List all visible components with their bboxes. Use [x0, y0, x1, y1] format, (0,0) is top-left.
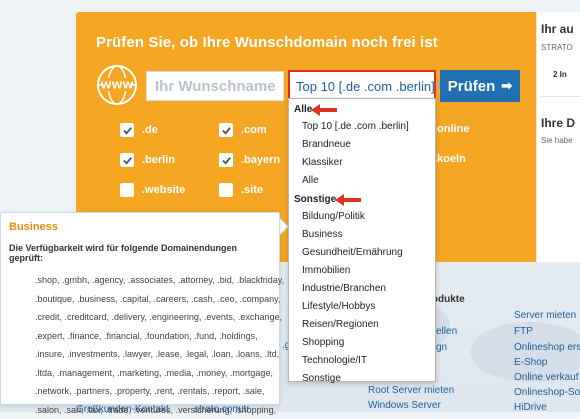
- right-panel-subtitle: STRATO: [541, 43, 573, 52]
- right-panel-title-2: Ihre D: [541, 116, 575, 130]
- footer-link[interactable]: gn: [436, 342, 447, 353]
- check-domain-button[interactable]: Prüfen ➡: [440, 70, 520, 102]
- checkbox-checked-icon: [219, 123, 233, 137]
- divider: [541, 96, 580, 97]
- dropdown-option[interactable]: Business: [289, 226, 435, 244]
- tooltip-intro: Die Verfügbarkeit wird für folgende Doma…: [9, 243, 271, 263]
- red-arrow-icon: [311, 104, 337, 116]
- tooltip-title: Business: [9, 221, 271, 233]
- footer-link-hidrive[interactable]: HiDrive: [514, 402, 547, 413]
- dropdown-option[interactable]: Lifestyle/Hobbys: [289, 298, 435, 316]
- tld-checkbox-bayern[interactable]: .bayern: [219, 153, 280, 167]
- tld-checkbox-website[interactable]: .website: [120, 183, 185, 197]
- tooltip-tld-line: .credit, .creditcard, .delivery, .engine…: [9, 308, 271, 327]
- tooltip-tld-line: .ltda, .management, .marketing, .media, …: [9, 364, 271, 383]
- dropdown-option[interactable]: Sonstige: [289, 370, 435, 388]
- checkbox-label: .koeln: [434, 153, 466, 165]
- tld-checkbox-berlin[interactable]: .berlin: [120, 153, 175, 167]
- checkbox-label: .bayern: [241, 154, 280, 166]
- tld-checkbox-site[interactable]: .site: [219, 183, 263, 197]
- footer-link-ftp[interactable]: FTP: [514, 326, 533, 337]
- dropdown-option[interactable]: Brandneue: [289, 136, 435, 154]
- checkbox-checked-icon: [219, 153, 233, 167]
- dropdown-option[interactable]: Immobilien: [289, 262, 435, 280]
- business-tld-tooltip: Business Die Verfügbarkeit wird für folg…: [0, 212, 280, 405]
- check-button-label: Prüfen: [448, 78, 496, 95]
- tooltip-tld-line: .network, .partners, .property, .rent, .…: [9, 382, 271, 401]
- tld-group-dropdown: Alle Top 10 [.de .com .berlin] Brandneue…: [288, 98, 436, 382]
- checkbox-label: .berlin: [142, 154, 175, 166]
- dropdown-option[interactable]: Alle: [289, 172, 435, 190]
- dropdown-group-label: Sonstige: [294, 194, 336, 205]
- tooltip-tld-line: .salon, .sarl, .tax, .trade, .ventures, …: [9, 401, 271, 419]
- dropdown-group-label: Alle: [294, 104, 312, 115]
- right-panel-text: 2 In: [553, 70, 567, 79]
- dropdown-option[interactable]: Industrie/Branchen: [289, 280, 435, 298]
- dropdown-option[interactable]: Bildung/Politik: [289, 208, 435, 226]
- checkbox-label: .online: [434, 123, 469, 135]
- footer-link[interactable]: ellen: [436, 326, 457, 337]
- footer-link-onlineshop[interactable]: Onlineshop ers: [514, 342, 580, 353]
- dropdown-option[interactable]: Reisen/Regionen: [289, 316, 435, 334]
- checkbox-label: .com: [241, 124, 267, 136]
- dropdown-option[interactable]: Shopping: [289, 334, 435, 352]
- footer-link-online-verkaufen[interactable]: Online verkauf: [514, 372, 578, 383]
- arrow-right-icon: ➡: [501, 78, 512, 94]
- footer-link-eshop[interactable]: E-Shop: [514, 357, 547, 368]
- tooltip-tld-line: .shop, .gmbh, .agency, .associates, .att…: [9, 271, 271, 290]
- domain-search-input[interactable]: [146, 71, 284, 101]
- right-panel-subtitle-2: Sie habe: [541, 136, 573, 145]
- footer-link-server-mieten[interactable]: Server mieten: [514, 310, 576, 321]
- checkbox-checked-icon: [120, 153, 134, 167]
- checkbox-label: .site: [241, 184, 263, 196]
- dropdown-option[interactable]: Technologie/IT: [289, 352, 435, 370]
- checkbox-unchecked-icon: [120, 183, 134, 197]
- footer-link-windows-server[interactable]: Windows Server: [368, 400, 441, 411]
- svg-text:WWW: WWW: [100, 81, 133, 92]
- tld-checkbox-de[interactable]: .de: [120, 123, 158, 137]
- red-arrow-icon: [335, 194, 361, 206]
- tooltip-tld-line: .expert, .finance, .financial, .foundati…: [9, 327, 271, 346]
- dropdown-option[interactable]: Klassiker: [289, 154, 435, 172]
- checkbox-label: .website: [142, 184, 185, 196]
- tld-checkbox-online[interactable]: .online: [434, 123, 469, 135]
- dropdown-group-alle: Alle: [289, 100, 435, 118]
- tooltip-tld-line: .boutique, .business, .capital, .careers…: [9, 290, 271, 309]
- footer-link-onlineshop-software[interactable]: Onlineshop-So: [514, 387, 580, 398]
- tld-checkbox-com[interactable]: .com: [219, 123, 267, 137]
- globe-www-icon: WWW: [96, 64, 138, 106]
- tld-select-value: Top 10 [.de .com .berlin]: [296, 79, 435, 94]
- tld-checkbox-koeln[interactable]: .koeln: [434, 153, 466, 165]
- dropdown-option[interactable]: Gesundheit/Ernährung: [289, 244, 435, 262]
- checkbox-checked-icon: [120, 123, 134, 137]
- checkbox-unchecked-icon: [219, 183, 233, 197]
- right-panel-title: Ihr au: [541, 22, 574, 36]
- panel-headline: Prüfen Sie, ob Ihre Wunschdomain noch fr…: [96, 34, 438, 51]
- checkbox-label: .de: [142, 124, 158, 136]
- dropdown-option[interactable]: Top 10 [.de .com .berlin]: [289, 118, 435, 136]
- right-info-panel: Ihr au STRATO 2 In Ihre D Sie habe: [536, 12, 580, 262]
- tooltip-tld-line: .insure, .investments, .lawyer, .lease, …: [9, 345, 271, 364]
- dropdown-group-sonstige: Sonstige: [289, 190, 435, 208]
